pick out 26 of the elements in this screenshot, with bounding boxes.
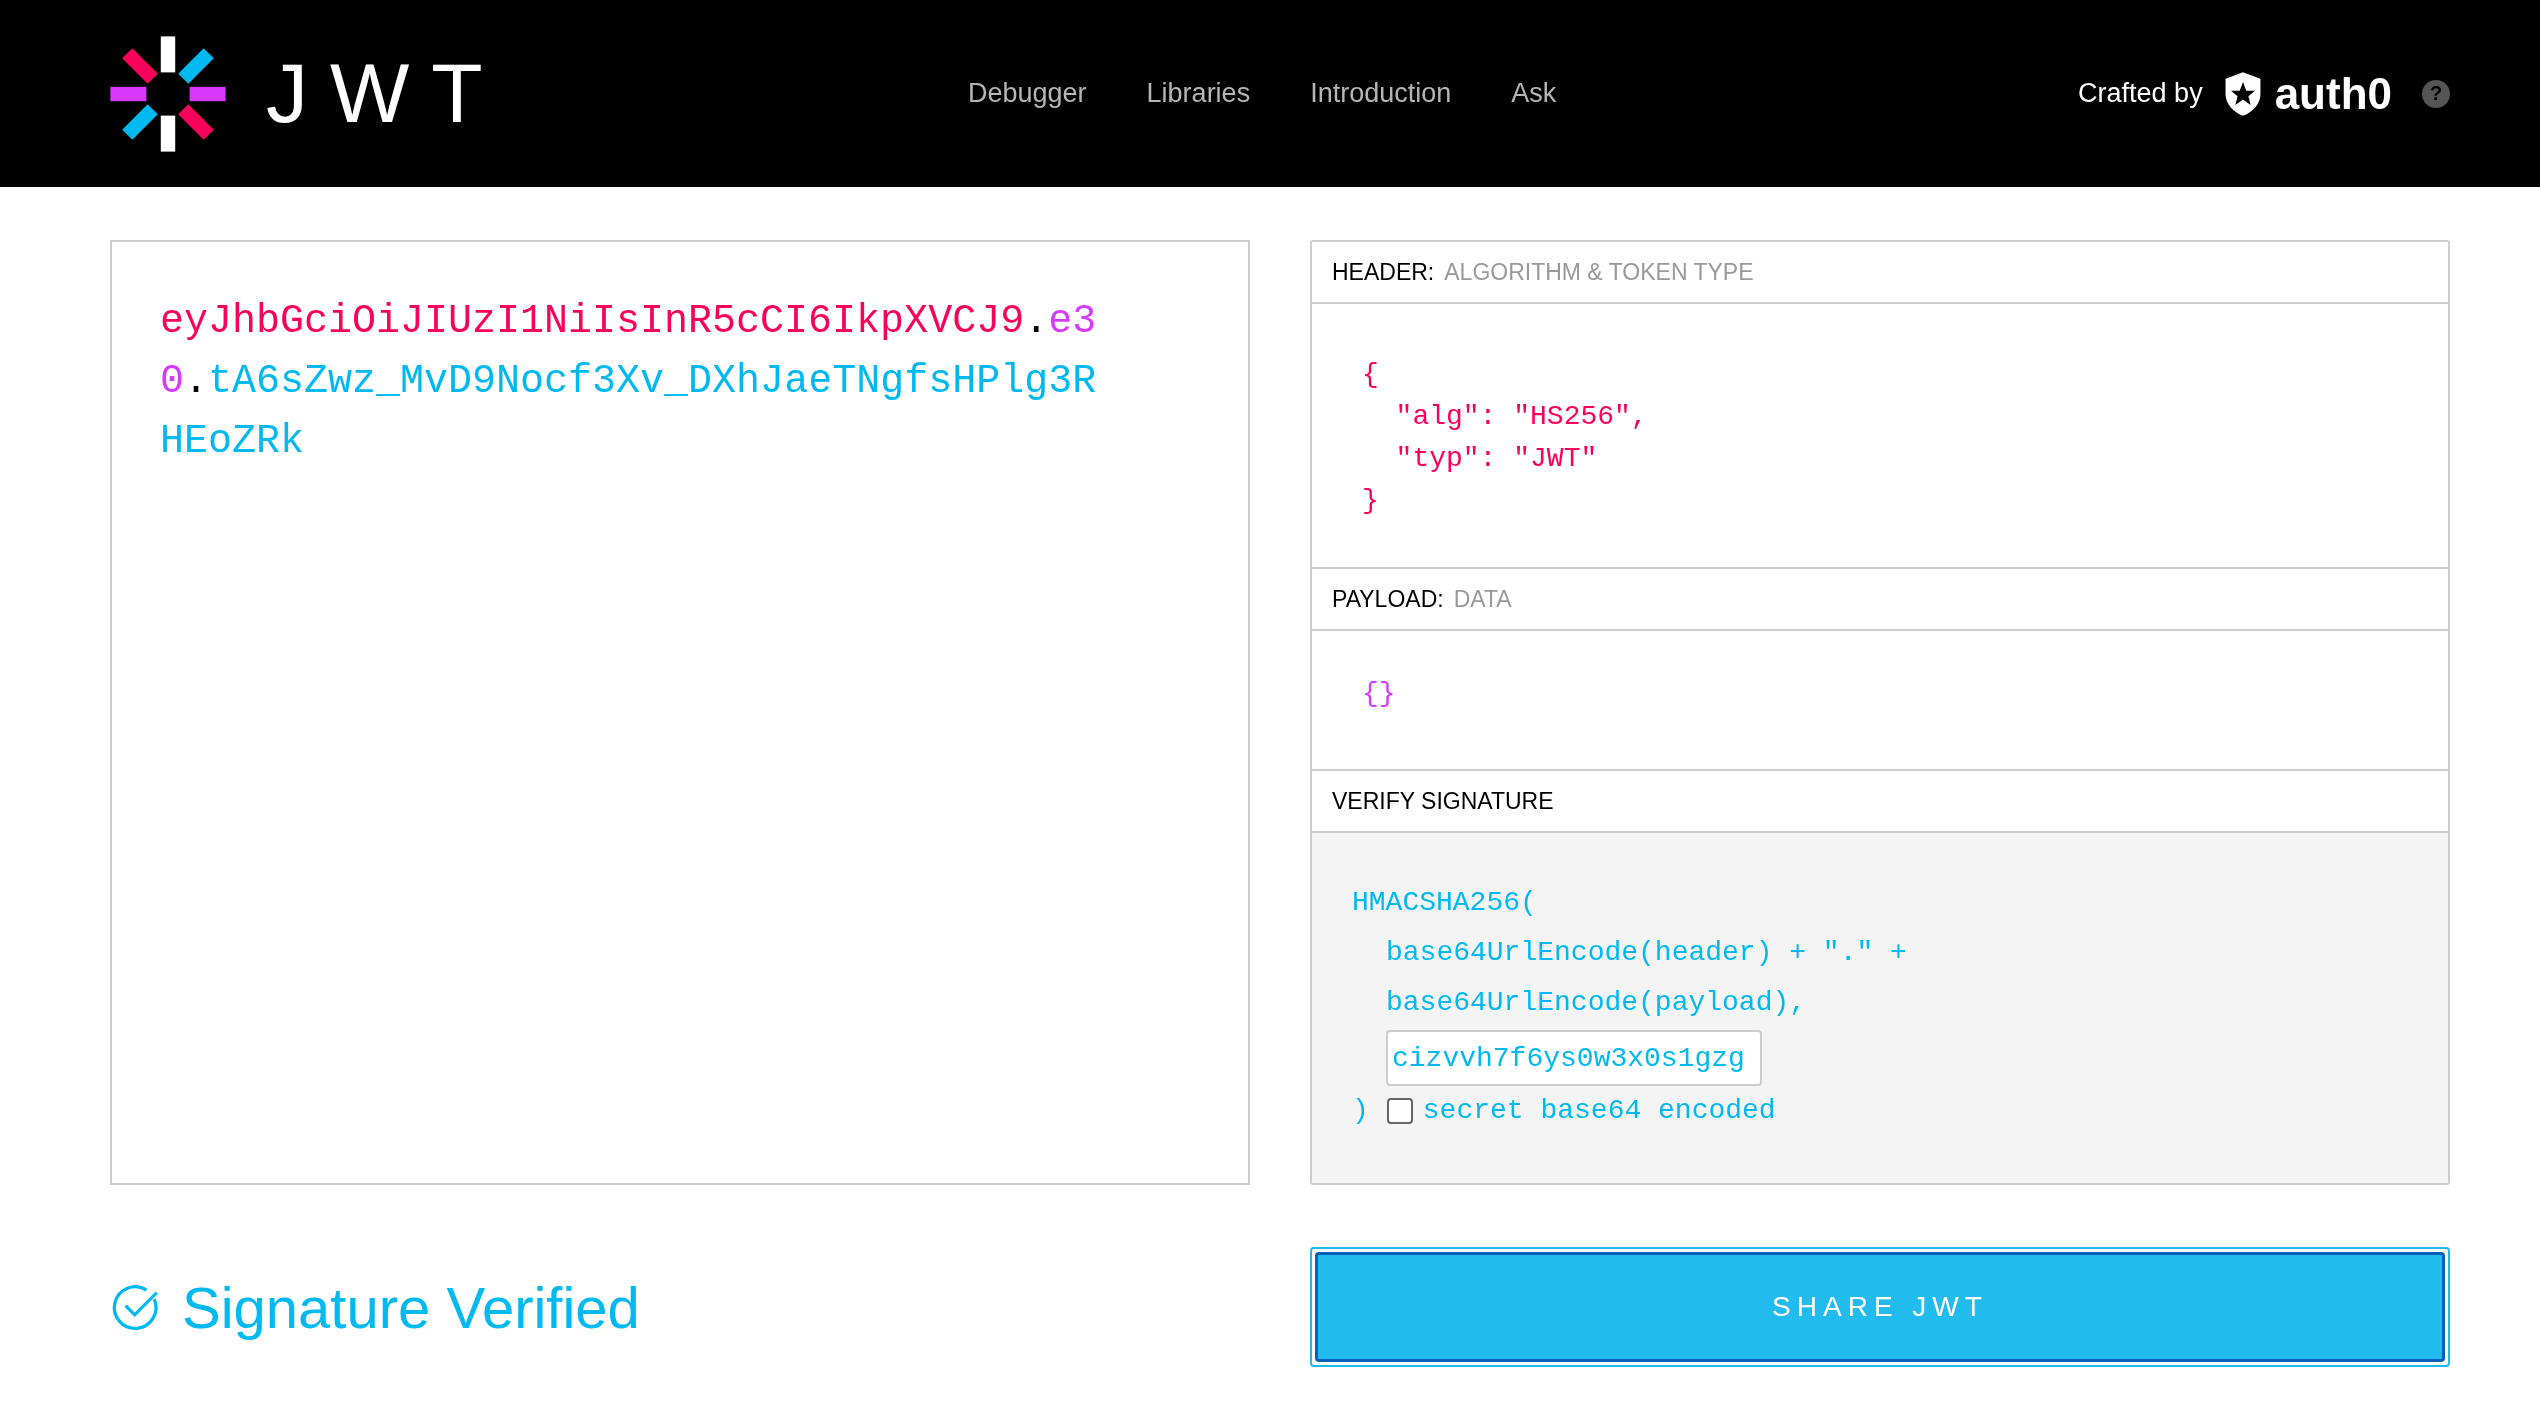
secret-input-field[interactable]: cizvvh7f6ys0w3x0s1gzg — [1386, 1030, 1762, 1086]
section-subtitle: ALGORITHM & TOKEN TYPE — [1444, 258, 1754, 286]
nav-link[interactable]: Introduction — [1310, 78, 1452, 109]
brand-wordmark: auth0 — [2274, 68, 2392, 119]
starburst-logo-icon — [108, 33, 228, 154]
nav-link[interactable]: Libraries — [1146, 78, 1251, 109]
crafted-by-label: Crafted by — [2078, 78, 2203, 109]
logo-wordmark: JWT — [266, 45, 505, 142]
nav-link[interactable]: Ask — [1511, 78, 1557, 109]
payload-json[interactable]: {} — [1362, 673, 2398, 715]
section-title: VERIFY SIGNATURE — [1332, 787, 1554, 815]
closing-paren: ) — [1352, 1094, 1369, 1128]
section-subtitle: DATA — [1453, 585, 1512, 613]
signature-status: Signature Verified — [182, 1273, 640, 1341]
section-title: HEADER: — [1332, 258, 1435, 286]
nav-link[interactable]: Debugger — [968, 78, 1087, 109]
checkbox[interactable] — [1386, 1098, 1413, 1124]
help-icon[interactable]: ? — [2422, 79, 2450, 108]
section-title: PAYLOAD: — [1332, 585, 1444, 613]
checkbox-label[interactable]: secret base64 encoded — [1422, 1086, 1776, 1136]
signature-code-line: base64UrlEncode(header) + "." + — [1386, 936, 1908, 970]
share-jwt-button[interactable]: SHARE JWT — [1315, 1252, 2445, 1362]
encoded-token[interactable]: eyJhbGciOiJIUzI1NiIsInR5cCI6IkpXVCJ9.e30.tA6sZwz_MvD9Nocf3Xv_DXhJaeTNgfsHPlg3RHEoZRk — [160, 292, 1106, 472]
signature-code-line: base64UrlEncode(payload), — [1386, 986, 1808, 1020]
signature-code-line: HMACSHA256( — [1352, 886, 1538, 920]
header-json[interactable]: { "alg": "HS256", "typ": "JWT" } — [1362, 354, 2398, 522]
